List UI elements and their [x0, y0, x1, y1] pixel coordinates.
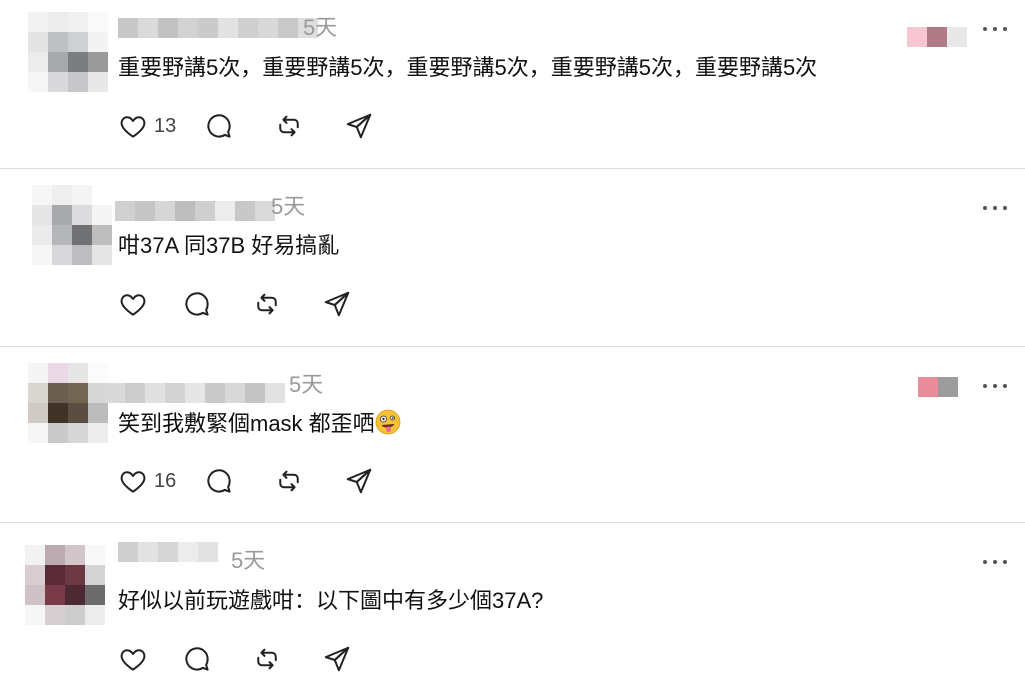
repost-button[interactable]: [274, 466, 304, 496]
share-button[interactable]: [344, 466, 374, 496]
comment-icon: [185, 647, 209, 671]
timestamp[interactable]: 5天: [303, 16, 337, 40]
comment-icon: [185, 292, 209, 316]
post-text: 重要野講5次，重要野講5次，重要野講5次，重要野講5次，重要野講5次: [118, 55, 818, 80]
share-button[interactable]: [322, 289, 352, 319]
username[interactable]: [118, 542, 218, 562]
repost-icon: [279, 470, 299, 492]
heart-icon: [120, 116, 146, 138]
post-text: 笑到我敷緊個mask 都歪哂: [118, 409, 401, 438]
share-button[interactable]: [322, 644, 352, 674]
comment-icon: [207, 114, 231, 138]
more-icon[interactable]: [983, 204, 1007, 212]
like-button[interactable]: 13: [118, 111, 176, 141]
post-3: 5天 笑到我敷緊個mask 都歪哂 16: [0, 347, 1025, 522]
share-icon: [347, 113, 372, 139]
like-button[interactable]: 16: [118, 466, 176, 496]
post-text: 好似以前玩遊戲咁：以下圖中有多少個37A?: [118, 588, 544, 613]
more-icon[interactable]: [983, 558, 1007, 566]
repost-icon: [257, 293, 277, 315]
share-icon: [347, 468, 372, 494]
like-count: 13: [154, 114, 177, 137]
heart-icon: [120, 649, 146, 671]
like-button[interactable]: [118, 644, 154, 674]
like-count: 16: [154, 469, 177, 492]
post-text-content: 笑到我敷緊個mask 都歪哂: [118, 411, 375, 436]
avatar[interactable]: [28, 363, 108, 443]
zany-face-icon: [375, 409, 401, 435]
username[interactable]: [115, 201, 275, 221]
repost-icon: [279, 115, 299, 137]
post-4: 5天 好似以前玩遊戲咁：以下圖中有多少個37A?: [0, 523, 1025, 683]
reply-button[interactable]: [182, 644, 212, 674]
avatar[interactable]: [28, 12, 108, 92]
more-icon[interactable]: [983, 382, 1007, 390]
reply-button[interactable]: [204, 111, 234, 141]
repost-icon: [257, 648, 277, 670]
share-icon: [324, 291, 350, 317]
repost-button[interactable]: [252, 644, 282, 674]
action-bar: [118, 643, 352, 675]
timestamp[interactable]: 5天: [271, 195, 305, 219]
action-bar: [118, 288, 352, 320]
share-button[interactable]: [344, 111, 374, 141]
heart-icon: [120, 471, 146, 493]
like-button[interactable]: [118, 289, 154, 319]
comment-icon: [207, 469, 231, 493]
timestamp[interactable]: 5天: [289, 373, 323, 397]
post-text: 咁37A 同37B 好易搞亂: [118, 233, 340, 258]
timestamp[interactable]: 5天: [231, 549, 265, 573]
post-1: 5天 重要野講5次，重要野講5次，重要野講5次，重要野講5次，重要野講5次 13: [0, 0, 1025, 168]
reply-button[interactable]: [204, 466, 234, 496]
action-bar: 13: [118, 110, 374, 142]
username[interactable]: [105, 383, 285, 403]
heart-icon: [120, 294, 146, 316]
reply-button[interactable]: [182, 289, 212, 319]
avatar[interactable]: [32, 185, 112, 265]
media-thumbnail[interactable]: [918, 377, 958, 397]
post-2: 5天 咁37A 同37B 好易搞亂: [0, 169, 1025, 345]
action-bar: 16: [118, 465, 374, 497]
share-icon: [324, 646, 350, 672]
username[interactable]: [118, 18, 318, 38]
repost-button[interactable]: [252, 289, 282, 319]
avatar[interactable]: [25, 545, 105, 625]
more-icon[interactable]: [983, 25, 1007, 33]
repost-button[interactable]: [274, 111, 304, 141]
media-thumbnail[interactable]: [907, 27, 967, 47]
